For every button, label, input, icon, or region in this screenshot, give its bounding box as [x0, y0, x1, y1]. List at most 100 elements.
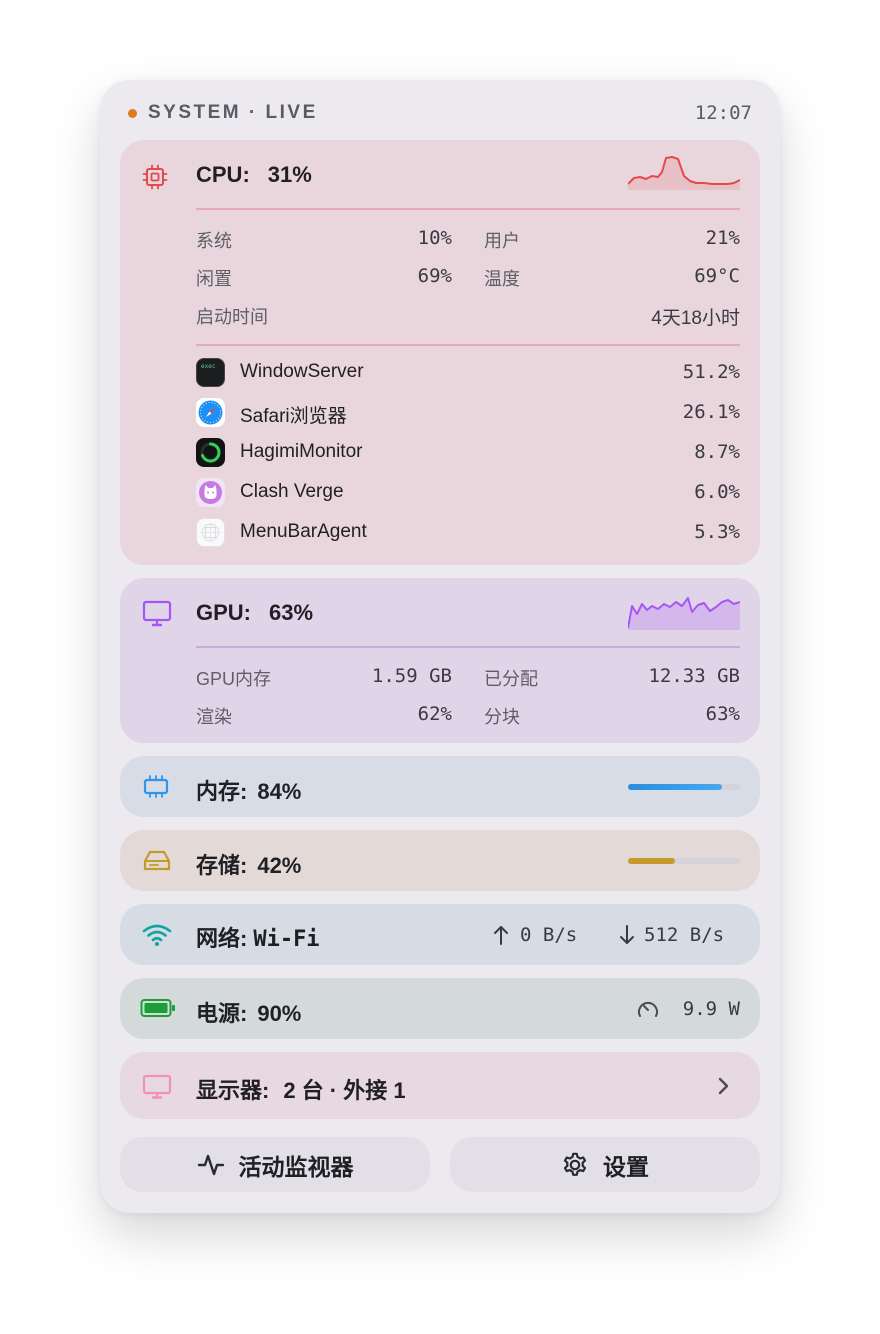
process-cpu-value: 26.1%: [682, 401, 740, 423]
memory-title: 内存: 84%: [196, 774, 301, 806]
network-download-rate: 512 B/s: [644, 924, 725, 946]
network-label: 网络:: [196, 926, 248, 951]
cpu-stat-temp-value: 69°C: [694, 265, 740, 287]
gpu-divider: [196, 646, 740, 648]
network-upload-rate: 0 B/s: [520, 924, 578, 946]
terminal-app-icon: exec: [196, 358, 225, 387]
process-name: Safari浏览器: [240, 406, 347, 427]
process-row[interactable]: MenuBarAgent 5.3%: [196, 516, 740, 548]
gpu-stat-memory-value: 1.59 GB: [371, 665, 452, 687]
hagimi-monitor-app-icon: [196, 438, 225, 467]
gpu-label: GPU:: [196, 600, 251, 625]
cpu-card[interactable]: CPU: 31% 系统 10% 用户 21% 闲置 69% 温度 69°C 启动时…: [120, 140, 760, 565]
process-row[interactable]: Clash Verge 6.0%: [196, 476, 740, 508]
gpu-stat-allocated-value: 12.33 GB: [648, 665, 740, 687]
activity-monitor-button[interactable]: 活动监视器: [120, 1137, 430, 1192]
process-cpu-value: 51.2%: [682, 361, 740, 383]
cpu-stat-user-label: 用户: [484, 231, 520, 251]
battery-level-value: 90%: [257, 1001, 302, 1026]
memory-usage-bar-fill: [628, 784, 723, 790]
storage-usage-bar: [628, 858, 740, 864]
gpu-stat-memory-label: GPU内存: [196, 669, 272, 689]
arrow-up-icon: [494, 926, 508, 945]
gpu-title: GPU: 63%: [196, 600, 313, 626]
process-name: Clash Verge: [240, 481, 344, 502]
cpu-divider-top: [196, 208, 740, 210]
display-icon: [142, 1074, 172, 1099]
cpu-stat-system-value: 10%: [417, 227, 452, 249]
clash-verge-cat-icon: [196, 478, 225, 507]
power-card[interactable]: 电源: 90% 9.9 W: [120, 978, 760, 1039]
memory-label: 内存:: [196, 779, 248, 804]
arrow-down-icon: [620, 925, 634, 944]
panel-title: SYSTEM · LIVE: [148, 102, 318, 123]
monitor-icon: [142, 600, 172, 627]
cpu-sparkline: [628, 156, 740, 190]
process-row[interactable]: exec WindowServer 51.2%: [196, 356, 740, 388]
menubar-agent-app-icon: [196, 518, 225, 547]
gpu-usage-value: 63%: [269, 600, 314, 625]
cpu-stat-user-value: 21%: [705, 227, 740, 249]
process-cpu-value: 6.0%: [694, 481, 740, 503]
cpu-stat-system-label: 系统: [196, 231, 232, 251]
storage-label: 存储:: [196, 853, 248, 878]
memory-usage-bar: [628, 784, 740, 790]
display-card[interactable]: 显示器: 2 台 · 外接 1: [120, 1052, 760, 1119]
gpu-stat-allocated-label: 已分配: [484, 669, 538, 689]
gauge-icon: [638, 1001, 658, 1017]
cpu-stat-temp-label: 温度: [484, 269, 520, 289]
terminal-exec-text: exec: [201, 363, 216, 370]
memory-card[interactable]: 内存: 84%: [120, 756, 760, 817]
cpu-label: CPU:: [196, 162, 250, 187]
memory-chip-icon: [143, 775, 169, 798]
display-title: 显示器: 2 台 · 外接 1: [196, 1073, 406, 1105]
cpu-stat-idle-value: 69%: [417, 265, 452, 287]
settings-label: 设置: [603, 1153, 649, 1180]
cpu-stat-idle-label: 闲置: [196, 269, 232, 289]
network-title: 网络: Wi-Fi: [196, 921, 320, 953]
activity-icon: [197, 1154, 224, 1175]
network-interface-value: Wi-Fi: [253, 927, 320, 952]
gear-icon: [563, 1152, 587, 1176]
memory-usage-value: 84%: [257, 779, 302, 804]
gpu-sparkline: [628, 597, 740, 630]
process-name: MenuBarAgent: [240, 521, 367, 542]
panel-header: SYSTEM · LIVE 12:07: [100, 80, 780, 140]
storage-usage-bar-fill: [628, 858, 676, 864]
system-panel: SYSTEM · LIVE 12:07 CPU: 31% 系统 10% 用户 21…: [100, 80, 780, 1213]
process-row[interactable]: HagimiMonitor 8.7%: [196, 436, 740, 468]
gpu-stat-tiler-value: 63%: [705, 703, 740, 725]
display-count-value: 2 台 · 外接 1: [283, 1078, 406, 1103]
storage-card[interactable]: 存储: 42%: [120, 830, 760, 891]
gpu-stat-render-value: 62%: [417, 703, 452, 725]
cpu-title: CPU: 31%: [196, 162, 312, 188]
settings-button[interactable]: 设置: [450, 1137, 760, 1192]
cpu-usage-value: 31%: [267, 162, 312, 187]
storage-usage-value: 42%: [257, 853, 302, 878]
gpu-card[interactable]: GPU: 63% GPU内存 1.59 GB 已分配 12.33 GB 渲染 62…: [120, 578, 760, 743]
process-cpu-value: 8.7%: [694, 441, 740, 463]
network-card[interactable]: 网络: Wi-Fi 0 B/s 512 B/s: [120, 904, 760, 965]
gpu-stat-tiler-label: 分块: [484, 707, 520, 727]
wifi-icon: [142, 924, 172, 946]
process-cpu-value: 5.3%: [694, 521, 740, 543]
power-title: 电源: 90%: [196, 996, 301, 1028]
process-name: HagimiMonitor: [240, 441, 363, 462]
display-label: 显示器:: [196, 1078, 270, 1103]
process-name: WindowServer: [240, 361, 364, 382]
power-draw-value: 9.9 W: [682, 998, 740, 1020]
drive-icon: [143, 850, 171, 871]
chevron-right-icon[interactable]: [716, 1076, 730, 1096]
gpu-stat-render-label: 渲染: [196, 707, 232, 727]
live-indicator: [128, 109, 137, 118]
storage-title: 存储: 42%: [196, 848, 301, 880]
cpu-divider-bottom: [196, 344, 740, 346]
cpu-uptime-label: 启动时间: [196, 307, 268, 327]
process-row[interactable]: Safari浏览器 26.1%: [196, 396, 740, 428]
cpu-chip-icon: [142, 164, 168, 190]
activity-monitor-label: 活动监视器: [238, 1153, 354, 1180]
cpu-uptime-value: 4天18小时: [651, 308, 740, 329]
power-label: 电源:: [196, 1001, 248, 1026]
safari-compass-icon: [196, 398, 225, 427]
clock-time: 12:07: [694, 102, 752, 124]
